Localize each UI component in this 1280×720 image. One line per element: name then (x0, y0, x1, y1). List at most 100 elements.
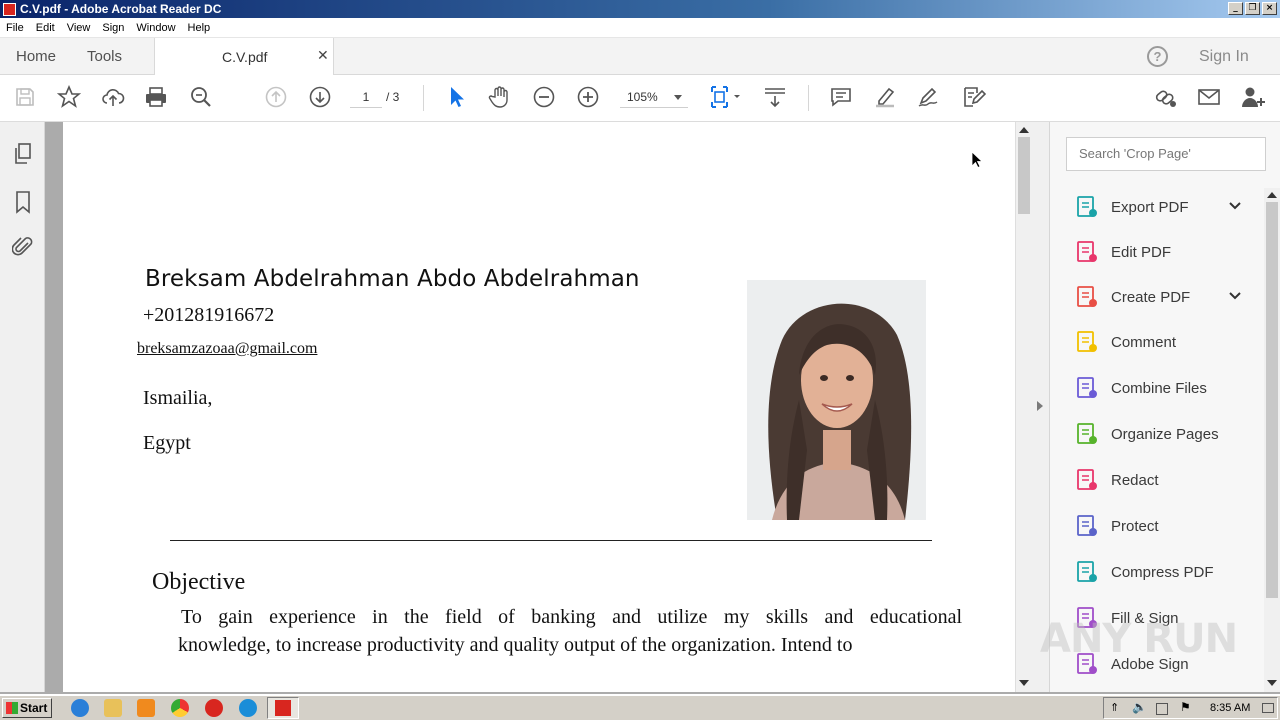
window-titlebar: C.V.pdf - Adobe Acrobat Reader DC _ ❐ × (0, 0, 1280, 18)
objective-line-1: To gain experience in the field of banki… (181, 606, 962, 628)
tools-pane-scrollbar[interactable] (1264, 188, 1280, 692)
collapse-right-pane-icon[interactable] (1037, 401, 1043, 411)
cv-city: Ismailia, (143, 387, 213, 409)
zoom-level-select[interactable]: 105% (620, 86, 688, 108)
cv-email-link[interactable]: breksamzazoaa@gmail.com (137, 340, 317, 358)
file-explorer-icon[interactable] (104, 699, 122, 717)
tray-expand-icon[interactable]: ⇑ (1110, 701, 1119, 714)
tools-pane: Search 'Crop Page' Export PDF Edit PDF Cre… (1049, 122, 1280, 692)
protect-icon (1074, 513, 1100, 539)
taskbar-acrobat-button[interactable] (267, 697, 299, 719)
tool-compress-pdf[interactable]: Compress PDF (1066, 552, 1250, 592)
zoom-search-icon[interactable] (187, 83, 215, 111)
scroll-down-arrow-icon[interactable] (1267, 680, 1277, 686)
toolbar-divider (808, 85, 809, 111)
upload-cloud-icon[interactable] (99, 83, 127, 111)
sign-in-link[interactable]: Sign In (1199, 48, 1249, 66)
close-tab-icon[interactable]: ✕ (317, 47, 329, 64)
create-pdf-icon (1074, 284, 1100, 310)
scroll-up-arrow-icon[interactable] (1267, 192, 1277, 198)
select-cursor-icon[interactable] (442, 83, 470, 111)
page-number-input[interactable]: 1 (350, 86, 382, 108)
bookmarks-icon[interactable] (11, 190, 35, 214)
tool-create-pdf[interactable]: Create PDF (1066, 277, 1250, 317)
document-viewport[interactable]: Breksam Abdelrahman Abdo Abdelrahman +20… (45, 122, 1015, 692)
chrome-icon[interactable] (171, 699, 189, 717)
tool-organize-pages[interactable]: Organize Pages (1066, 414, 1250, 454)
help-icon[interactable]: ? (1147, 46, 1168, 67)
comment-icon[interactable] (827, 83, 855, 111)
scroll-mode-icon[interactable] (761, 83, 789, 111)
fill-sign-toolbar-icon[interactable] (959, 83, 987, 111)
menu-view[interactable]: View (61, 22, 97, 34)
toolbar-divider (423, 85, 424, 111)
next-page-icon[interactable] (306, 83, 334, 111)
scrollbar-thumb[interactable] (1018, 137, 1030, 214)
combine-files-icon (1074, 375, 1100, 401)
menu-window[interactable]: Window (130, 22, 181, 34)
draw-pen-icon[interactable] (915, 83, 943, 111)
chevron-down-icon[interactable] (1228, 199, 1242, 218)
tool-redact[interactable]: Redact (1066, 460, 1250, 500)
tool-comment[interactable]: Comment (1066, 322, 1250, 362)
minimize-button[interactable]: _ (1228, 2, 1243, 15)
tab-tools[interactable]: Tools (87, 38, 122, 75)
scrollbar-thumb[interactable] (1266, 202, 1278, 598)
scroll-down-arrow-icon[interactable] (1019, 680, 1029, 686)
tool-export-pdf[interactable]: Export PDF (1066, 187, 1250, 227)
flag-icon[interactable]: ⚑ (1180, 700, 1191, 714)
volume-icon[interactable]: 🔈 (1132, 700, 1147, 714)
scroll-up-arrow-icon[interactable] (1019, 127, 1029, 133)
hand-tool-icon[interactable] (486, 83, 514, 111)
save-icon[interactable] (11, 83, 39, 111)
document-scrollbar[interactable] (1015, 122, 1031, 692)
close-window-button[interactable]: × (1262, 2, 1277, 15)
left-navigation-rail (0, 122, 56, 692)
start-button[interactable]: Start (2, 698, 52, 718)
menu-bar: File Edit View Sign Window Help (0, 18, 1280, 38)
edit-pdf-icon (1074, 239, 1100, 265)
show-desktop-icon[interactable] (1262, 703, 1274, 713)
menu-help[interactable]: Help (182, 22, 217, 34)
acrobat-taskbar-icon (275, 700, 291, 716)
tool-label: Combine Files (1111, 379, 1207, 397)
media-player-icon[interactable] (137, 699, 155, 717)
tool-protect[interactable]: Protect (1066, 506, 1250, 546)
page-fit-icon[interactable] (706, 83, 744, 111)
redact-icon (1074, 467, 1100, 493)
restore-button[interactable]: ❐ (1245, 2, 1260, 15)
attachments-icon[interactable] (11, 235, 35, 259)
menu-sign[interactable]: Sign (96, 22, 130, 34)
tool-label: Create PDF (1111, 288, 1191, 306)
edge-icon[interactable] (239, 699, 257, 717)
tool-label: Redact (1111, 471, 1159, 489)
add-user-icon[interactable] (1239, 83, 1267, 111)
pdf-page: Breksam Abdelrahman Abdo Abdelrahman +20… (63, 122, 1015, 692)
tool-edit-pdf[interactable]: Edit PDF (1066, 232, 1250, 272)
export-pdf-icon (1074, 194, 1100, 220)
objective-heading: Objective (152, 569, 246, 595)
tools-search-input[interactable]: Search 'Crop Page' (1066, 137, 1266, 171)
print-icon[interactable] (142, 83, 170, 111)
menu-file[interactable]: File (0, 22, 30, 34)
highlight-icon[interactable] (871, 83, 899, 111)
windows-taskbar: Start ⇑ 🔈 ⚑ 8:35 AM (0, 694, 1280, 720)
internet-explorer-icon[interactable] (71, 699, 89, 717)
tool-label: Organize Pages (1111, 425, 1219, 443)
page-thumbnails-icon[interactable] (11, 142, 35, 166)
zoom-in-icon[interactable] (574, 83, 602, 111)
tab-document[interactable]: C.V.pdf ✕ (154, 38, 334, 76)
chevron-down-icon (674, 95, 682, 100)
tool-combine-files[interactable]: Combine Files (1066, 368, 1250, 408)
bookmark-star-icon[interactable] (55, 83, 83, 111)
tab-home[interactable]: Home (16, 38, 56, 75)
share-link-icon[interactable] (1151, 83, 1179, 111)
previous-page-icon[interactable] (262, 83, 290, 111)
chevron-down-icon[interactable] (1228, 289, 1242, 308)
email-icon[interactable] (1195, 83, 1223, 111)
tool-label: Protect (1111, 517, 1159, 535)
network-icon[interactable] (1156, 703, 1168, 715)
menu-edit[interactable]: Edit (30, 22, 61, 34)
zoom-out-icon[interactable] (530, 83, 558, 111)
opera-icon[interactable] (205, 699, 223, 717)
